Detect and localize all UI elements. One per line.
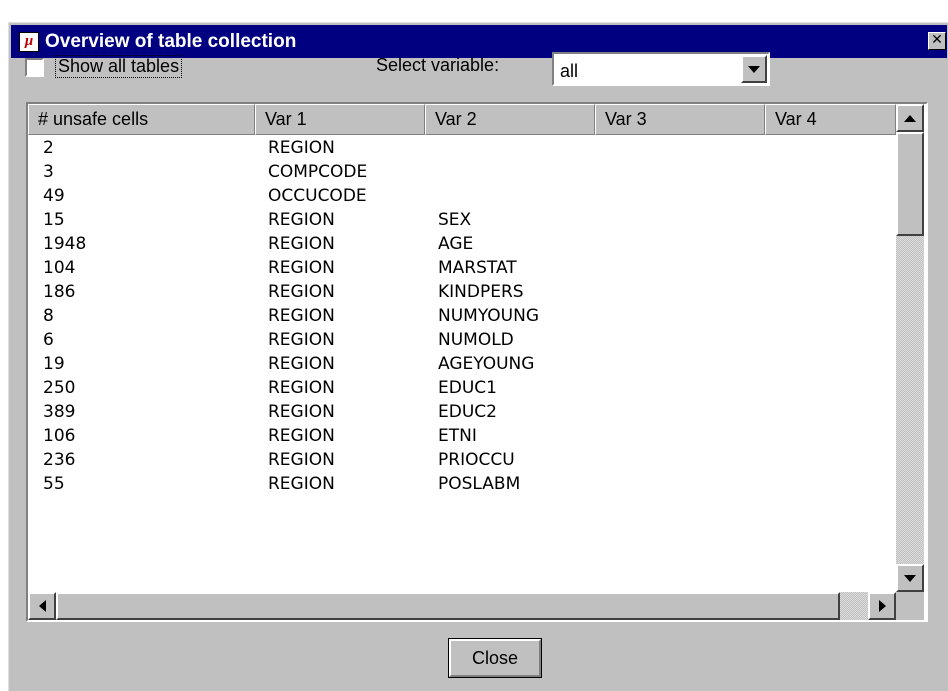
show-all-tables-label[interactable]: Show all tables [54, 55, 183, 78]
table-row[interactable]: 1948 REGION AGE [28, 232, 896, 256]
select-variable-dropdown[interactable]: all [552, 52, 770, 86]
cell-unsafe-count: 186 [43, 282, 76, 302]
cell-unsafe-count: 106 [43, 426, 76, 446]
table-grid[interactable]: # unsafe cells Var 1 Var 2 Var 3 Var 4 2… [26, 102, 928, 622]
cell-var2: PRIOCCU [438, 450, 515, 470]
table-row[interactable]: 389 REGION EDUC2 [28, 400, 896, 424]
cell-unsafe-count: 8 [43, 306, 54, 326]
cell-unsafe-count: 19 [43, 354, 65, 374]
cell-var2: AGEYOUNG [438, 354, 535, 374]
cell-unsafe-count: 49 [43, 186, 65, 206]
cell-var1: REGION [268, 402, 335, 422]
column-header-var1[interactable]: Var 1 [255, 104, 425, 135]
cell-var1: REGION [268, 306, 335, 326]
cell-unsafe-count: 389 [43, 402, 76, 422]
table-row[interactable]: 104 REGION MARSTAT [28, 256, 896, 280]
scroll-corner [896, 592, 924, 620]
vertical-scroll-thumb[interactable] [896, 132, 924, 236]
cell-var2: EDUC2 [438, 402, 497, 422]
cell-var2: ETNI [438, 426, 477, 446]
cell-var1: REGION [268, 210, 335, 230]
cell-unsafe-count: 2 [43, 138, 54, 158]
table-row[interactable]: 106 REGION ETNI [28, 424, 896, 448]
cell-var1: REGION [268, 426, 335, 446]
show-all-tables-checkbox[interactable] [25, 58, 44, 77]
cell-var2: EDUC1 [438, 378, 497, 398]
arrow-right-icon [878, 600, 886, 612]
scroll-left-button[interactable] [28, 592, 56, 620]
table-row[interactable]: 2 REGION [28, 136, 896, 160]
cell-var1: REGION [268, 474, 335, 494]
cell-var1: REGION [268, 282, 335, 302]
cell-unsafe-count: 250 [43, 378, 76, 398]
horizontal-scroll-thumb[interactable] [56, 592, 840, 620]
dropdown-arrow-button[interactable] [741, 55, 767, 83]
table-row[interactable]: 186 REGION KINDPERS [28, 280, 896, 304]
arrow-left-icon [38, 600, 46, 612]
cell-unsafe-count: 236 [43, 450, 76, 470]
arrow-down-icon [904, 574, 916, 582]
cell-unsafe-count: 55 [43, 474, 65, 494]
table-row[interactable]: 19 REGION AGEYOUNG [28, 352, 896, 376]
cell-var2: NUMOLD [438, 330, 514, 350]
cell-var2: POSLABM [438, 474, 521, 494]
chevron-down-icon [748, 65, 760, 73]
select-variable-label: Select variable: [376, 55, 500, 75]
cell-var1: COMPCODE [268, 162, 368, 182]
column-header-unsafe-cells[interactable]: # unsafe cells [28, 104, 255, 135]
scroll-down-button[interactable] [896, 564, 924, 592]
table-header: # unsafe cells Var 1 Var 2 Var 3 Var 4 [28, 104, 902, 135]
cell-var1: REGION [268, 330, 335, 350]
cell-unsafe-count: 15 [43, 210, 65, 230]
app-icon: μ [19, 31, 39, 52]
cell-var1: REGION [268, 138, 335, 158]
cell-var1: REGION [268, 378, 335, 398]
table-row[interactable]: 6 REGION NUMOLD [28, 328, 896, 352]
close-button-label: Close [449, 639, 541, 677]
close-window-icon[interactable]: ✕ [928, 32, 946, 50]
cell-var1: REGION [268, 234, 335, 254]
cell-var2: AGE [438, 234, 474, 254]
table-row[interactable]: 49 OCCUCODE [28, 184, 896, 208]
table-body: 2 REGION 3 COMPCODE 49 OCCUCODE 15 REGION SEX… [28, 136, 896, 496]
cell-var1: OCCUCODE [268, 186, 367, 206]
cell-var1: REGION [268, 354, 335, 374]
arrow-up-icon [904, 114, 916, 122]
window-title: Overview of table collection [45, 30, 297, 52]
cell-var2: MARSTAT [438, 258, 517, 278]
cell-unsafe-count: 3 [43, 162, 54, 182]
scroll-up-button[interactable] [896, 104, 924, 132]
table-row[interactable]: 3 COMPCODE [28, 160, 896, 184]
vertical-scrollbar[interactable] [896, 104, 924, 592]
cell-unsafe-count: 1948 [43, 234, 87, 254]
cell-var1: REGION [268, 258, 335, 278]
select-variable-value: all [560, 61, 579, 81]
cell-var1: REGION [268, 450, 335, 470]
cell-var2: NUMYOUNG [438, 306, 539, 326]
cell-unsafe-count: 6 [43, 330, 54, 350]
cell-unsafe-count: 104 [43, 258, 76, 278]
table-row[interactable]: 15 REGION SEX [28, 208, 896, 232]
close-button[interactable]: Close [448, 638, 542, 678]
table-row[interactable]: 8 REGION NUMYOUNG [28, 304, 896, 328]
scroll-right-button[interactable] [868, 592, 896, 620]
column-header-var3[interactable]: Var 3 [595, 104, 765, 135]
horizontal-scrollbar[interactable] [28, 592, 896, 620]
cell-var2: KINDPERS [438, 282, 524, 302]
cell-var2: SEX [438, 210, 472, 230]
column-header-var2[interactable]: Var 2 [425, 104, 595, 135]
column-header-var4[interactable]: Var 4 [765, 104, 896, 135]
title-bar[interactable]: μ Overview of table collection [11, 25, 947, 58]
table-row[interactable]: 250 REGION EDUC1 [28, 376, 896, 400]
table-row[interactable]: 236 REGION PRIOCCU [28, 448, 896, 472]
table-row[interactable]: 55 REGION POSLABM [28, 472, 896, 496]
